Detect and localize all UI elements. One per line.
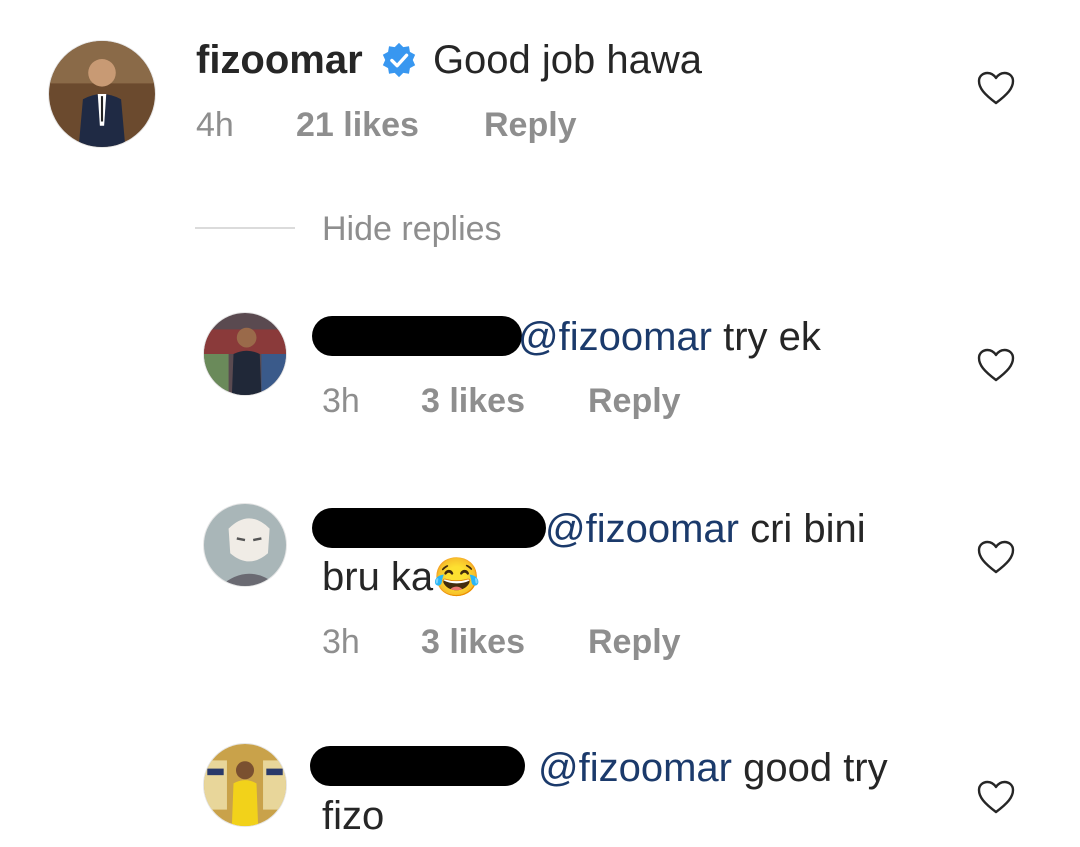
- reply-body-continued: bru ka: [322, 555, 434, 599]
- avatar[interactable]: [203, 743, 287, 827]
- redacted-username: [312, 508, 546, 548]
- reply-text-line: @fizoomar cri bini: [545, 505, 866, 553]
- avatar[interactable]: [48, 40, 156, 148]
- reply-text-line: @fizoomar try ek: [518, 313, 821, 361]
- comment-likes[interactable]: 21 likes: [296, 105, 419, 145]
- reply-body-continued: fizo: [322, 794, 385, 838]
- comment-time: 4h: [196, 106, 234, 144]
- reply-text-line-2: bru ka😂: [322, 553, 481, 602]
- reply-button[interactable]: Reply: [588, 381, 681, 421]
- reply-likes[interactable]: 3 likes: [421, 622, 525, 662]
- mention-link[interactable]: @fizoomar: [538, 746, 732, 790]
- mention-link[interactable]: @fizoomar: [545, 507, 739, 551]
- like-heart-icon[interactable]: [976, 779, 1016, 815]
- redacted-username: [312, 316, 522, 356]
- reply-button[interactable]: Reply: [484, 105, 577, 145]
- reply-text-line: @fizoomar good try: [538, 744, 888, 792]
- like-heart-icon[interactable]: [976, 347, 1016, 383]
- laughing-emoji-icon: 😂: [433, 557, 481, 599]
- reply-button[interactable]: Reply: [588, 622, 681, 662]
- reply-text-line-2: fizo: [322, 792, 384, 840]
- comment-text-line: fizoomar Good job hawa: [196, 36, 702, 84]
- like-heart-icon[interactable]: [976, 539, 1016, 575]
- hide-replies-button[interactable]: Hide replies: [322, 209, 502, 249]
- reply-body: good try: [731, 746, 888, 790]
- comment-username[interactable]: fizoomar: [196, 38, 363, 82]
- like-heart-icon[interactable]: [976, 70, 1016, 106]
- comment-body: Good job hawa: [432, 38, 703, 82]
- reply-time: 3h: [322, 382, 360, 420]
- reply-likes[interactable]: 3 likes: [421, 381, 525, 421]
- verified-badge-icon: [380, 41, 418, 79]
- avatar[interactable]: [203, 503, 287, 587]
- reply-body: try ek: [711, 315, 821, 359]
- redacted-username: [310, 746, 525, 786]
- avatar[interactable]: [203, 312, 287, 396]
- reply-time: 3h: [322, 623, 360, 661]
- divider: [195, 227, 295, 229]
- mention-link[interactable]: @fizoomar: [518, 315, 712, 359]
- reply-body: cri bini: [738, 507, 866, 551]
